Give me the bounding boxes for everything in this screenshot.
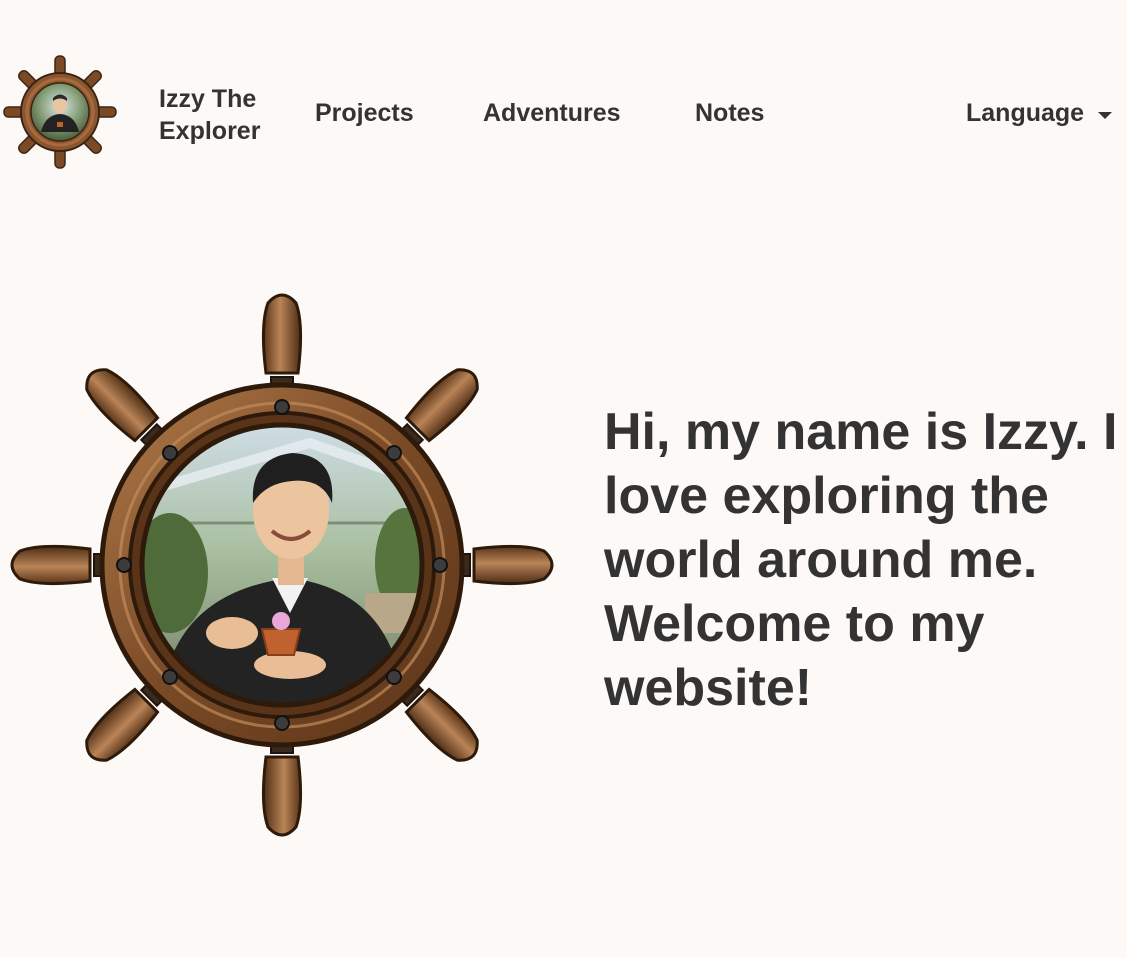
hero-greeting: Hi, my name is Izzy. I love exploring th… <box>604 403 1118 717</box>
logo-ship-wheel[interactable] <box>0 52 120 172</box>
site-header: Izzy The Explorer Projects Adventures No… <box>0 0 1127 225</box>
nav-projects[interactable]: Projects <box>315 98 414 128</box>
language-label: Language <box>966 99 1085 127</box>
profile-photo-ship-wheel <box>10 293 554 837</box>
chevron-down-icon <box>1098 111 1113 119</box>
language-dropdown[interactable]: Language <box>966 98 1113 128</box>
nav-adventures[interactable]: Adventures <box>483 98 621 128</box>
brand-link[interactable]: Izzy The Explorer <box>159 83 299 147</box>
nav-notes[interactable]: Notes <box>695 98 764 128</box>
page: Izzy The Explorer Projects Adventures No… <box>0 0 1127 958</box>
